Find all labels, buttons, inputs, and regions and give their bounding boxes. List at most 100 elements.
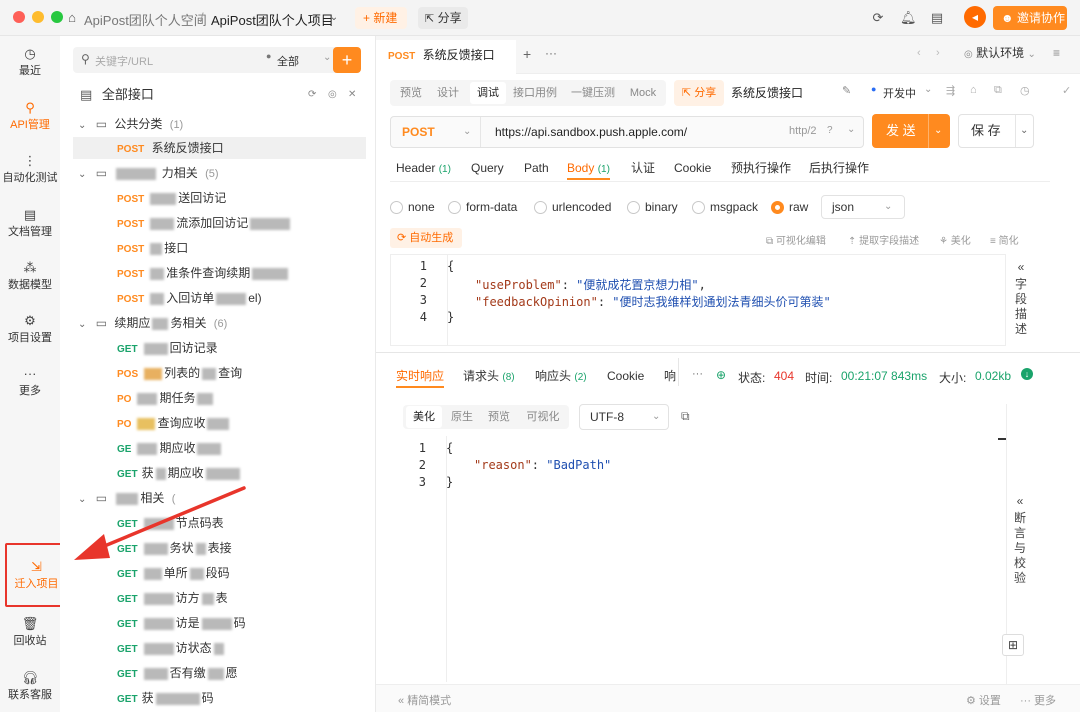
rail-item-models[interactable]: ⁂ 数据模型 xyxy=(0,260,60,292)
response-editor[interactable]: 1 { 2 "reason": "BadPath" 3} xyxy=(390,436,1006,682)
rail-item-api[interactable]: ⚲ API管理 xyxy=(0,100,60,132)
close-window-button[interactable] xyxy=(13,11,25,23)
chevron-down-icon[interactable]: ⌄ xyxy=(934,114,942,148)
simplify-button[interactable]: ≡ 简化 xyxy=(990,232,1019,247)
refresh-icon[interactable]: ⟳ xyxy=(308,89,316,100)
rail-item-recent[interactable]: ◷ 最近 xyxy=(0,46,60,78)
http-version-select[interactable]: http/2 xyxy=(789,125,817,137)
list-item[interactable]: GE 期应收 xyxy=(117,437,223,459)
tab-cookie[interactable]: Cookie xyxy=(674,156,711,180)
list-item[interactable]: GET 获 码 xyxy=(117,687,214,709)
avatar[interactable]: ◂ xyxy=(964,6,986,28)
tab-cases[interactable]: 接口用例 xyxy=(510,82,560,104)
minimize-window-button[interactable] xyxy=(32,11,44,23)
align-icon[interactable]: ⇶ xyxy=(946,84,955,97)
list-item[interactable]: PO 期任务 xyxy=(117,387,215,409)
visual-edit-button[interactable]: ⧉ 可视化编辑 xyxy=(766,232,826,247)
refresh-icon[interactable]: ⟳ xyxy=(870,10,886,26)
tab-auth[interactable]: 认证 xyxy=(631,156,655,180)
rail-item-support[interactable]: 🎧︎ 联系客服 xyxy=(0,670,60,702)
tab-stress[interactable]: 一键压测 xyxy=(566,82,620,104)
more-icon[interactable]: ··· xyxy=(692,368,703,380)
url-input[interactable]: https://api.sandbox.push.apple.com/ xyxy=(495,125,687,139)
tab-query[interactable]: Query xyxy=(471,156,504,180)
menu-icon[interactable]: ≡ xyxy=(1053,46,1060,60)
radio-raw[interactable]: raw xyxy=(771,199,808,215)
settings-button[interactable]: ⚙ 设置 xyxy=(966,692,1001,708)
new-button[interactable]: + 新建 xyxy=(355,7,407,29)
tab-realtime-response[interactable]: 实时响应 xyxy=(396,364,445,388)
copy-icon[interactable]: ⧉ xyxy=(681,409,690,424)
raw-format-select[interactable]: json ⌄ xyxy=(821,195,905,219)
locate-icon[interactable]: ◎ xyxy=(328,89,337,100)
folder-2[interactable]: ⌄ ▭ 力相关 (5) xyxy=(78,162,219,184)
workspace-name[interactable]: ApiPost团队个人空间 xyxy=(84,10,207,29)
list-item[interactable]: POST 接口 xyxy=(117,237,188,259)
list-item[interactable]: POST 准条件查询续期 xyxy=(117,262,290,284)
body-editor[interactable]: 1 { 2 "useProblem": "便就成花置京想力相", 3 "feedbac… xyxy=(390,254,1006,346)
list-item[interactable]: GET 回访记录 xyxy=(117,337,218,359)
layout-icon[interactable]: ⊞ xyxy=(1002,634,1024,656)
folder-public[interactable]: ⌄ ▭ 公共分类 (1) xyxy=(78,113,183,135)
search-box[interactable]: ⚲ 关键字/URL ● 全部 ⌄ xyxy=(73,47,339,73)
folder-3[interactable]: ⌄ ▭ 续期应 务相关 (6) xyxy=(78,312,227,334)
rail-item-docs[interactable]: ▤ 文档管理 xyxy=(0,207,60,239)
maximize-window-button[interactable] xyxy=(51,11,63,23)
rail-item-autotest[interactable]: ⋮ 自动化测试 xyxy=(0,153,60,185)
chevron-down-icon[interactable]: ⌄ xyxy=(1020,115,1028,147)
assert-toggle[interactable]: « 断言与校验 xyxy=(1009,494,1031,586)
tab-header[interactable]: Header (1) xyxy=(396,156,451,180)
list-item[interactable]: PO 查询应收 xyxy=(117,412,231,434)
tab-debug[interactable]: 调试 xyxy=(470,82,506,104)
rail-item-settings[interactable]: ⚙ 项目设置 xyxy=(0,313,60,345)
share-doc-button[interactable]: ⇱ 分享 xyxy=(674,80,724,106)
api-name-field[interactable]: 系统反馈接口 xyxy=(731,84,803,101)
tab-pre-exec[interactable]: 预执行操作 xyxy=(731,156,791,180)
send-button[interactable]: 发 送 ⌄ xyxy=(872,114,950,148)
more-button[interactable]: ··· 更多 xyxy=(1020,692,1056,708)
tab-visual[interactable]: 可视化 xyxy=(520,406,566,428)
copy-icon[interactable]: ⧉ xyxy=(994,84,1002,97)
tree-root[interactable]: ▤ 全部接口 xyxy=(80,84,154,106)
lock-icon[interactable]: ⌂ xyxy=(970,84,977,96)
method-select[interactable]: POST ⌄ xyxy=(391,117,481,147)
chevron-down-icon[interactable]: ⌄ xyxy=(326,10,342,26)
tab-preview[interactable]: 预览 xyxy=(394,82,428,104)
list-item[interactable]: GET 访方 表 xyxy=(117,587,228,609)
share-button[interactable]: ⇱ 分享 xyxy=(418,7,468,29)
filter-select[interactable]: 全部 xyxy=(277,53,299,69)
doc-tab-active[interactable]: POST 系统反馈接口 xyxy=(376,40,516,74)
tab-resp-more[interactable]: 响 xyxy=(664,364,676,388)
chevron-left-icon[interactable]: ‹ xyxy=(917,47,921,59)
project-name[interactable]: ApiPost团队个人项目 xyxy=(211,10,334,29)
search-input[interactable]: 关键字/URL xyxy=(95,53,153,69)
rail-item-import[interactable]: ⇲ 迁入项目 xyxy=(5,543,68,607)
tab-request-headers[interactable]: 请求头 (8) xyxy=(463,364,515,388)
chevron-right-icon[interactable]: › xyxy=(936,47,940,59)
tab-pretty[interactable]: 美化 xyxy=(406,406,442,428)
tab-resp-preview[interactable]: 预览 xyxy=(482,406,516,428)
history-icon[interactable]: ◷ xyxy=(1020,84,1030,97)
dev-status-select[interactable]: 开发中 xyxy=(883,85,916,101)
more-icon[interactable]: ··· xyxy=(545,46,557,60)
list-item[interactable]: GET 访是 码 xyxy=(117,612,246,634)
list-item[interactable]: GET 访状态 xyxy=(117,637,226,659)
radio-none[interactable]: none xyxy=(390,199,435,215)
invite-button[interactable]: ☻ 邀请协作 xyxy=(993,6,1067,30)
collapse-icon[interactable]: ✕ xyxy=(348,89,356,100)
tab-post-exec[interactable]: 后执行操作 xyxy=(809,156,869,180)
save-button[interactable]: 保 存 ⌄ xyxy=(958,114,1034,148)
field-desc-toggle[interactable]: « 字段描述 xyxy=(1010,260,1032,337)
home-icon[interactable]: ⌂ xyxy=(64,10,80,26)
env-select[interactable]: ◎ 默认环境 ⌄ xyxy=(958,42,1044,64)
tab-response-headers[interactable]: 响应头 (2) xyxy=(535,364,587,388)
download-icon[interactable]: ↓ xyxy=(1021,368,1033,380)
notes-icon[interactable]: ▤ xyxy=(929,10,945,26)
simple-mode-button[interactable]: « 精简模式 xyxy=(398,692,451,708)
radio-msgpack[interactable]: msgpack xyxy=(692,199,758,215)
auto-generate-button[interactable]: ⟳ 自动生成 xyxy=(390,228,462,248)
rail-item-more[interactable]: ··· 更多 xyxy=(0,366,60,398)
bell-icon[interactable]: 🔔︎ xyxy=(900,10,917,26)
tab-design[interactable]: 设计 xyxy=(430,82,466,104)
extract-desc-button[interactable]: ⇡ 提取字段描述 xyxy=(848,232,919,247)
